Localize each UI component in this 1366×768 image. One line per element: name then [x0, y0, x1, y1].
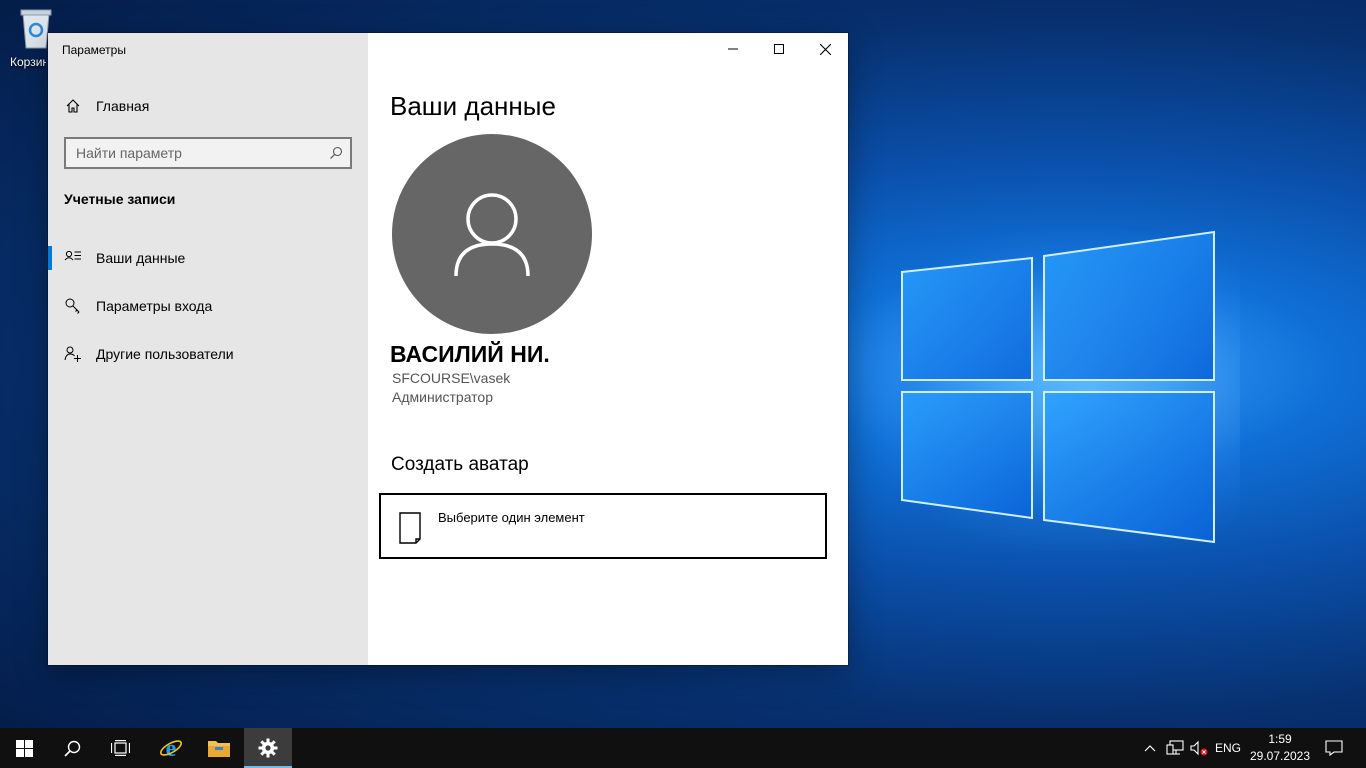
clock[interactable]: 1:59 29.07.2023 [1244, 731, 1316, 765]
window-title: Параметры [62, 43, 126, 57]
browse-button-label: Выберите один элемент [438, 510, 585, 525]
page-title: Ваши данные [390, 91, 556, 121]
file-explorer-button[interactable] [195, 728, 243, 768]
settings-taskbar-button[interactable] [244, 728, 292, 768]
svg-text:e: e [166, 736, 177, 760]
network-tray-button[interactable] [1164, 728, 1186, 768]
home-icon [66, 99, 80, 113]
recycle-bin-label: Корзина [10, 55, 46, 69]
internet-explorer-button[interactable]: e [147, 728, 195, 768]
notification-icon [1325, 740, 1343, 756]
nav-home-label: Главная [96, 98, 150, 114]
user-role: Администратор [392, 389, 494, 405]
taskbar: e ENG 1:59 29.07.2023 [0, 728, 1366, 768]
volume-muted-icon [1190, 740, 1208, 756]
minimize-button[interactable] [710, 33, 756, 65]
internet-explorer-icon: e [159, 736, 183, 760]
settings-content: Ваши данные ВАСИЛИЙ НИ. SFCOURSE\vasek А… [368, 33, 848, 665]
person-icon [454, 193, 530, 277]
action-center-button[interactable] [1320, 728, 1348, 768]
add-user-icon [64, 346, 81, 362]
nav-home[interactable]: Главная [48, 91, 368, 121]
gear-icon [258, 738, 278, 758]
sidebar-item-other-users[interactable]: Другие пользователи [48, 336, 368, 372]
search-box [64, 137, 352, 169]
sidebar-item-label: Другие пользователи [96, 346, 234, 362]
search-icon [63, 740, 80, 757]
sidebar-item-label: Параметры входа [96, 298, 213, 314]
create-avatar-heading: Создать аватар [391, 454, 529, 475]
user-name: ВАСИЛИЙ НИ. [390, 341, 550, 367]
language-label: ENG [1214, 741, 1241, 755]
file-explorer-icon [208, 741, 230, 757]
show-hidden-icons-button[interactable] [1140, 728, 1160, 768]
close-button[interactable] [802, 33, 848, 65]
volume-tray-button[interactable] [1188, 728, 1210, 768]
settings-window: Параметры Главная Учетные записи В [48, 33, 848, 665]
search-icon[interactable] [329, 146, 343, 160]
windows-start-icon [15, 739, 33, 757]
start-button[interactable] [0, 728, 48, 768]
minimize-icon [728, 48, 738, 50]
section-title: Учетные записи [64, 191, 176, 207]
task-view-icon [110, 740, 130, 756]
user-account: SFCOURSE\vasek [392, 370, 511, 386]
chevron-up-icon [1144, 745, 1156, 752]
language-indicator[interactable]: ENG [1212, 728, 1244, 768]
search-taskbar-button[interactable] [48, 728, 96, 768]
maximize-icon [774, 44, 784, 54]
settings-sidebar: Параметры Главная Учетные записи В [48, 33, 368, 665]
clock-date: 29.07.2023 [1249, 749, 1311, 763]
wallpaper-glow [860, 230, 1240, 550]
search-input[interactable] [76, 145, 316, 161]
clock-time: 1:59 [1268, 732, 1292, 746]
maximize-button[interactable] [756, 33, 802, 65]
sidebar-item-label: Ваши данные [96, 250, 186, 266]
browse-for-one-button[interactable]: Выберите один элемент [379, 493, 827, 559]
task-view-button[interactable] [96, 728, 144, 768]
user-info-icon [64, 250, 81, 261]
document-icon [399, 512, 421, 544]
close-icon [819, 43, 831, 55]
sidebar-item-your-info[interactable]: Ваши данные [48, 240, 368, 276]
network-icon [1166, 740, 1184, 755]
avatar [392, 134, 592, 334]
key-icon [65, 298, 80, 314]
sidebar-item-sign-in-options[interactable]: Параметры входа [48, 288, 368, 324]
